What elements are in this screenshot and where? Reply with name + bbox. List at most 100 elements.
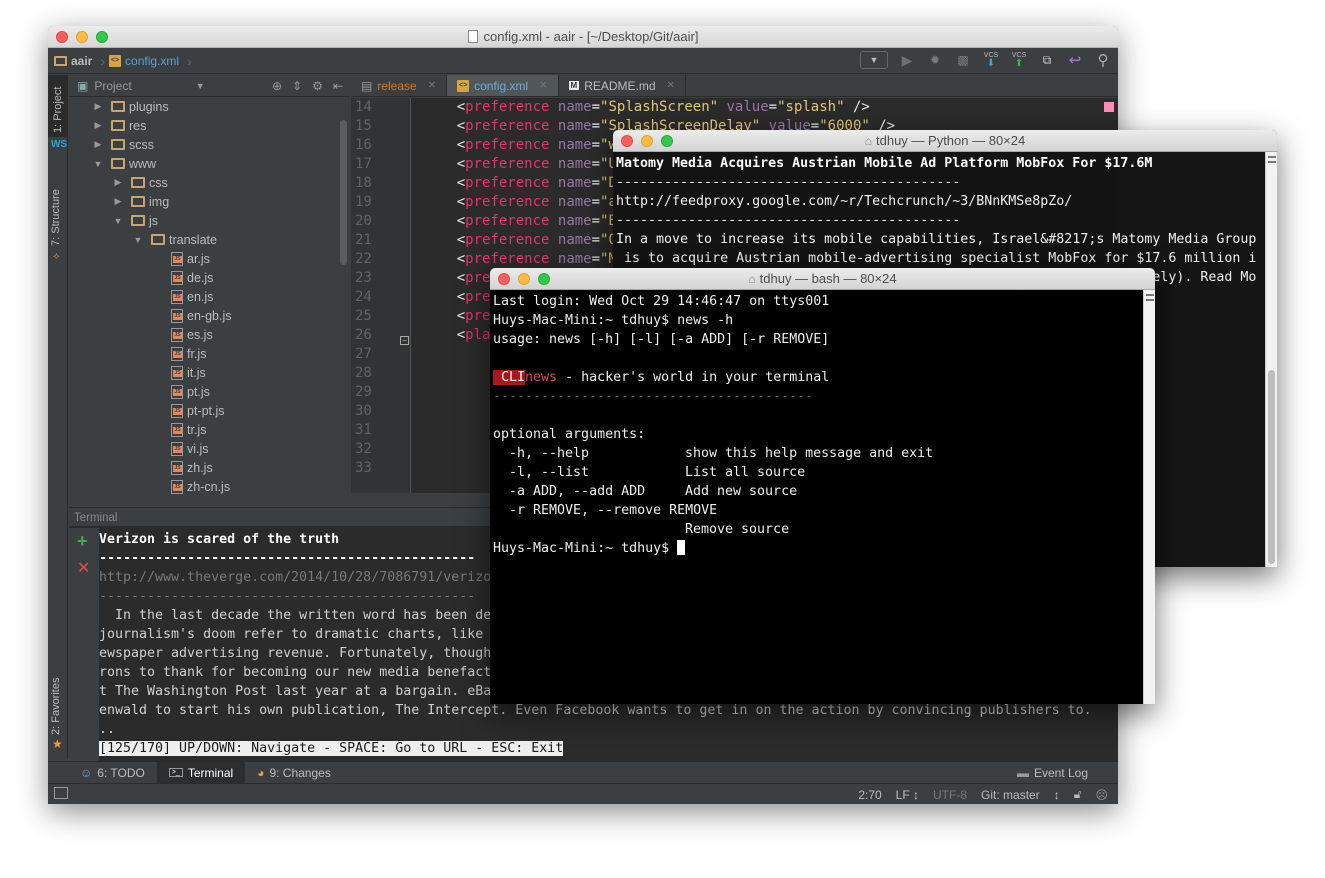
option-row: -l, --list List all source — [493, 463, 1152, 482]
vcs-update-icon[interactable]: VCS ⬇ — [982, 51, 1000, 69]
expanded-arrow-icon[interactable]: ▼ — [93, 159, 103, 169]
tree-item-pt-js[interactable]: pt.js — [69, 382, 349, 401]
inspector-icon[interactable]: ☹ — [1095, 788, 1108, 802]
tree-item-pt-pt-js[interactable]: pt-pt.js — [69, 401, 349, 420]
close-window-button[interactable] — [621, 135, 633, 147]
tab-config-xml[interactable]: <> config.xml ✕ — [447, 75, 559, 96]
breadcrumb-aair[interactable]: aair — [54, 54, 92, 68]
breadcrumb-config-xml[interactable]: <> config.xml — [109, 54, 179, 68]
project-scrollbar[interactable] — [340, 120, 347, 265]
chevron-down-icon[interactable]: ▼ — [196, 81, 205, 91]
tab-favorites[interactable]: 2: Favorites — [50, 670, 62, 735]
tree-item-js[interactable]: ▼ js — [69, 211, 349, 230]
tag-bracket: < — [456, 137, 466, 153]
tree-item-en-js[interactable]: en.js — [69, 287, 349, 306]
split-pane-icon[interactable] — [1145, 294, 1154, 301]
run-config-dropdown[interactable]: ▼ — [860, 51, 888, 69]
tool-tab-changes[interactable]: ◕ 9: Changes — [245, 762, 343, 784]
collapsed-arrow-icon[interactable]: ▶ — [93, 120, 103, 131]
project-panel-title[interactable]: Project — [94, 79, 131, 93]
zoom-window-button[interactable] — [538, 273, 550, 285]
tree-item-en-gb-js[interactable]: en-gb.js — [69, 306, 349, 325]
gear-icon[interactable]: ⚙ — [312, 79, 323, 93]
tab-label: config.xml — [474, 78, 529, 93]
tab-project[interactable]: 1: Project — [48, 75, 68, 137]
zoom-window-button[interactable] — [96, 31, 108, 43]
tab-structure[interactable]: 7: Structure — [50, 171, 62, 246]
tree-item-scss[interactable]: ▶ scss — [69, 135, 349, 154]
tree-item-it-js[interactable]: it.js — [69, 363, 349, 382]
lock-icon[interactable]: 🔓︎ — [1074, 787, 1082, 802]
file-encoding[interactable]: UTF-8 — [933, 788, 967, 802]
coverage-icon[interactable]: ▩ — [954, 51, 972, 69]
tree-item-label: ar.js — [187, 251, 210, 266]
tree-item-fr-js[interactable]: fr.js — [69, 344, 349, 363]
python-terminal-scrollbar[interactable] — [1265, 152, 1277, 567]
close-tab-icon[interactable]: ✕ — [667, 80, 675, 91]
branch-updown-icon[interactable]: ↕ — [1054, 788, 1060, 802]
tree-item-res[interactable]: ▶ res — [69, 116, 349, 135]
close-tab-icon[interactable]: ✕ — [428, 80, 436, 91]
hide-panel-icon[interactable]: ⇤ — [333, 79, 343, 93]
collapse-all-icon[interactable]: ⇕ — [292, 79, 302, 93]
vcs-commit-icon[interactable]: VCS ⬆ — [1010, 51, 1028, 69]
terminal-line: ----------------------------------------… — [616, 175, 961, 190]
new-session-icon[interactable]: + — [77, 531, 88, 552]
line-separator[interactable]: LF ↕ — [896, 788, 919, 802]
error-stripe-marker[interactable] — [1104, 102, 1114, 112]
tree-item-css[interactable]: ▶ css — [69, 173, 349, 192]
attr-name: name — [557, 137, 592, 153]
close-window-button[interactable] — [498, 273, 510, 285]
tree-item-tr-js[interactable]: tr.js — [69, 420, 349, 439]
close-session-icon[interactable]: ✕ — [77, 558, 90, 578]
run-icon[interactable]: ▶ — [898, 51, 916, 69]
minimize-window-button[interactable] — [641, 135, 653, 147]
revert-icon[interactable]: ↩ — [1066, 51, 1084, 69]
locate-icon[interactable]: ⊕ — [272, 79, 282, 93]
option-flag: -a ADD, --add ADD — [493, 484, 646, 499]
history-icon[interactable]: ⧉ — [1038, 51, 1056, 69]
tree-item-de-js[interactable]: de.js — [69, 268, 349, 287]
collapsed-arrow-icon[interactable]: ▶ — [93, 139, 103, 150]
expanded-arrow-icon[interactable]: ▼ — [113, 216, 123, 226]
line-number: 21 — [355, 232, 372, 248]
collapsed-arrow-icon[interactable]: ▶ — [93, 101, 103, 112]
search-icon[interactable]: ⚲ — [1094, 51, 1112, 69]
minimize-window-button[interactable] — [76, 31, 88, 43]
tree-item-label: translate — [169, 232, 217, 247]
close-window-button[interactable] — [56, 31, 68, 43]
event-log-button[interactable]: ▬ Event Log — [1017, 766, 1088, 780]
tree-item-zh-js[interactable]: zh.js — [69, 458, 349, 477]
collapsed-arrow-icon[interactable]: ▶ — [113, 196, 123, 207]
status-bar: 2:70 LF ↕ UTF-8 Git: master ↕ 🔓︎ ☹ — [48, 783, 1118, 804]
tree-item-es-js[interactable]: es.js — [69, 325, 349, 344]
split-pane-icon[interactable] — [1267, 156, 1276, 163]
fold-icon[interactable]: − — [400, 336, 409, 345]
collapsed-arrow-icon[interactable]: ▶ — [113, 177, 123, 188]
expanded-arrow-icon[interactable]: ▼ — [133, 235, 143, 245]
minimize-window-button[interactable] — [518, 273, 530, 285]
scroll-thumb[interactable] — [1268, 370, 1275, 564]
line-number: 17 — [355, 156, 372, 172]
tree-item-vi-js[interactable]: vi.js — [69, 439, 349, 458]
tree-item-plugins[interactable]: ▶ plugins — [69, 97, 349, 116]
tree-item-translate[interactable]: ▼ translate — [69, 230, 349, 249]
tool-tab-terminal[interactable]: >_ Terminal — [156, 761, 246, 784]
zoom-window-button[interactable] — [661, 135, 673, 147]
bash-terminal-scrollbar[interactable] — [1143, 290, 1155, 704]
caret-position[interactable]: 2:70 — [858, 788, 881, 802]
tab-readme[interactable]: M README.md ✕ — [559, 75, 686, 96]
bash-terminal-output[interactable]: Last login: Wed Oct 29 14:46:47 on ttys0… — [490, 290, 1155, 704]
close-tab-icon[interactable]: ✕ — [539, 80, 547, 91]
tab-release[interactable]: ▤ release ✕ — [351, 75, 448, 96]
vcs-branch[interactable]: Git: master — [981, 788, 1040, 802]
tree-item-img[interactable]: ▶ img — [69, 192, 349, 211]
tool-tab-todo[interactable]: ☺ 6: TODO — [68, 762, 157, 784]
line-number: 18 — [355, 175, 372, 191]
tree-item-www[interactable]: ▼ www — [69, 154, 349, 173]
toggle-tool-windows-icon[interactable] — [54, 787, 68, 799]
tag-name: preference — [465, 175, 550, 191]
debug-icon[interactable]: ✹ — [926, 51, 944, 69]
tree-item-ar-js[interactable]: ar.js — [69, 249, 349, 268]
tree-item-zh-cn-js[interactable]: zh-cn.js — [69, 477, 349, 496]
